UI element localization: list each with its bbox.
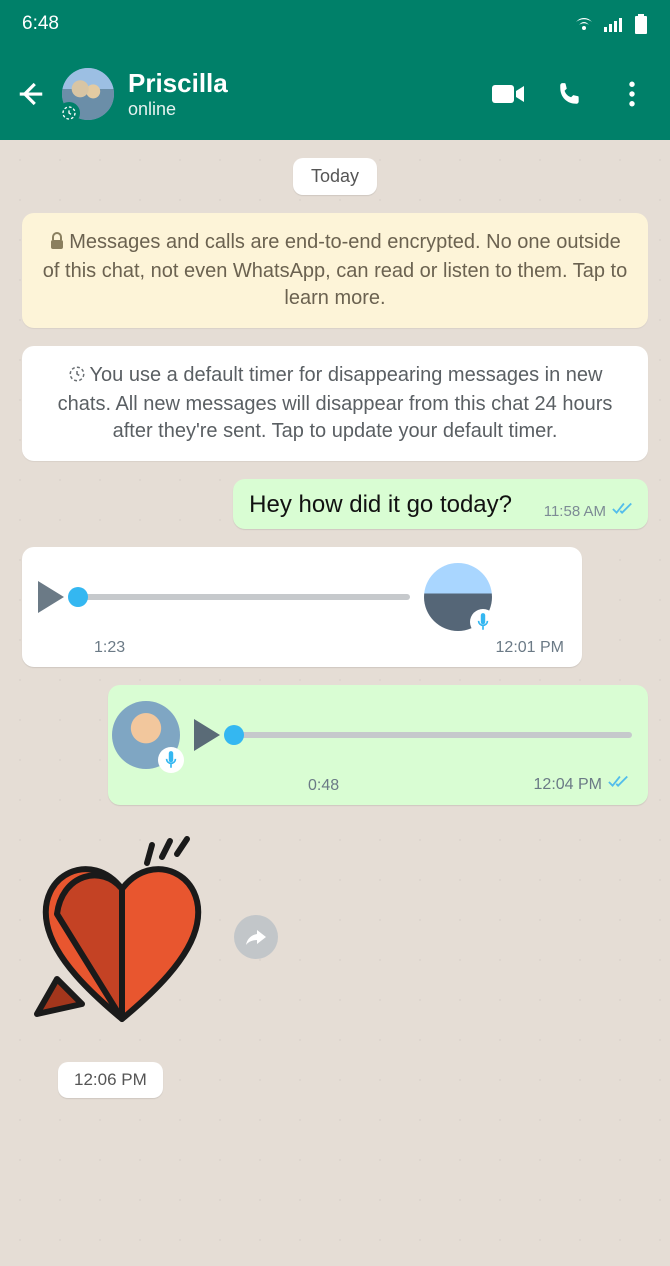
message-time: 11:58 AM: [544, 503, 606, 520]
contact-name: Priscilla: [128, 69, 470, 99]
contact-status: online: [128, 99, 470, 120]
heart-sticker-icon: [22, 829, 222, 1029]
seek-knob[interactable]: [224, 725, 244, 745]
chat-header: Priscilla online: [0, 48, 670, 140]
voice-message-in[interactable]: 1:23 12:01 PM: [22, 547, 582, 667]
forward-button[interactable]: [234, 915, 278, 959]
sender-avatar: [424, 563, 492, 631]
read-ticks-icon: [612, 501, 634, 521]
video-call-button[interactable]: [484, 70, 532, 118]
voice-seek-track[interactable]: [78, 594, 410, 600]
voice-call-button[interactable]: [546, 70, 594, 118]
back-button[interactable]: [14, 77, 48, 111]
read-ticks-icon: [608, 774, 630, 795]
signal-icon: [604, 16, 624, 32]
message-time: 12:04 PM: [534, 776, 602, 794]
disappearing-notice[interactable]: You use a default timer for disappearing…: [22, 346, 648, 461]
mic-icon: [158, 747, 184, 773]
contact-avatar[interactable]: [62, 68, 114, 120]
sticker-message[interactable]: [22, 829, 222, 1034]
status-icons: [574, 14, 648, 34]
timer-icon: [68, 364, 86, 391]
chat-area[interactable]: Today Messages and calls are end-to-end …: [0, 140, 670, 1266]
play-button[interactable]: [38, 581, 64, 613]
voice-message-out[interactable]: 0:48 12:04 PM: [108, 685, 648, 805]
wifi-icon: [574, 16, 594, 32]
voice-seek-track[interactable]: [234, 732, 632, 738]
seek-knob[interactable]: [68, 587, 88, 607]
message-time: 12:06 PM: [58, 1062, 163, 1098]
status-bar: 6:48: [0, 0, 670, 48]
message-time: 12:01 PM: [496, 639, 564, 657]
clock: 6:48: [22, 13, 59, 35]
more-options-button[interactable]: [608, 70, 656, 118]
disappearing-text: You use a default timer for disappearing…: [58, 364, 613, 442]
contact-info[interactable]: Priscilla online: [128, 69, 470, 120]
battery-icon: [634, 14, 648, 34]
lock-icon: [49, 231, 65, 258]
message-out-text[interactable]: Hey how did it go today? 11:58 AM: [233, 479, 648, 529]
disappearing-timer-icon: [58, 102, 80, 124]
mic-icon: [470, 609, 496, 635]
sender-avatar: [112, 701, 180, 769]
encryption-notice[interactable]: Messages and calls are end-to-end encryp…: [22, 213, 648, 328]
voice-duration: 0:48: [308, 777, 339, 795]
date-chip: Today: [293, 158, 377, 195]
play-button[interactable]: [194, 719, 220, 751]
encryption-text: Messages and calls are end-to-end encryp…: [43, 231, 627, 309]
voice-duration: 1:23: [94, 639, 125, 657]
